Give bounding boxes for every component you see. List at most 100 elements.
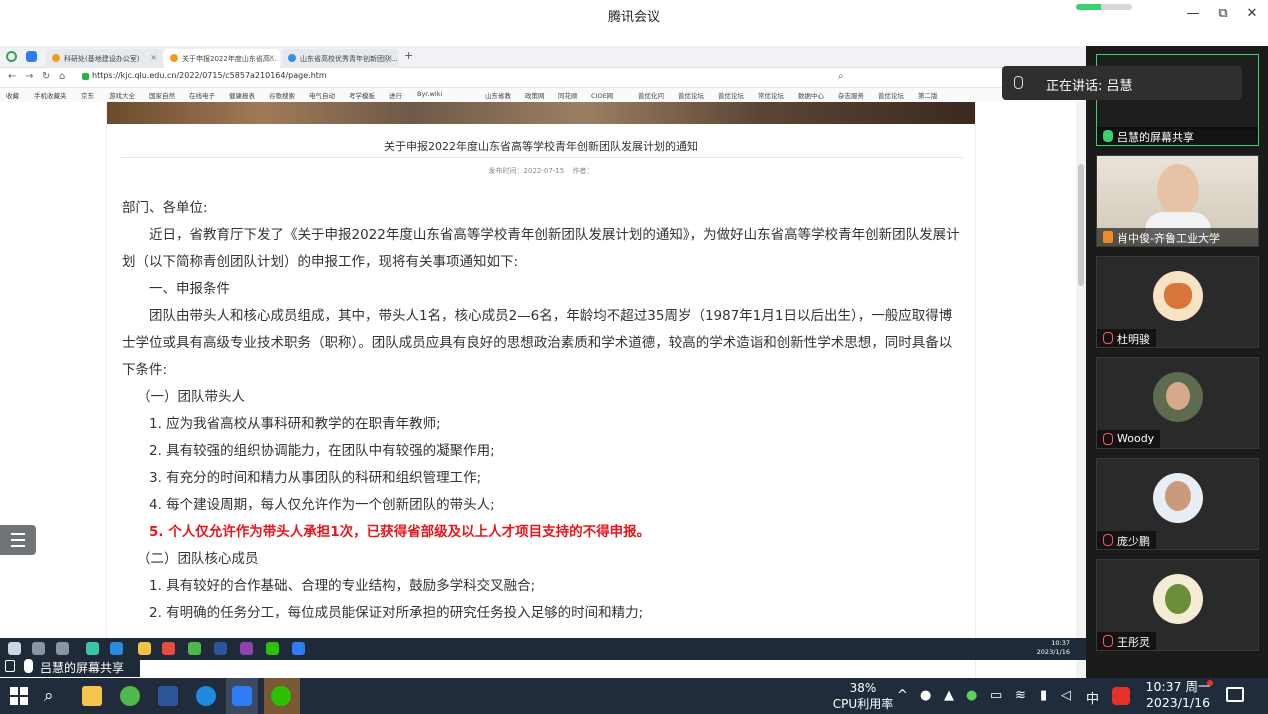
bookmark-item[interactable]: Byr.wiki: [417, 90, 442, 98]
speaking-label: 正在讲话: 吕慧: [1046, 79, 1133, 94]
share-label: 吕慧的屏幕共享: [40, 661, 125, 675]
participant-tile[interactable]: 王彤灵: [1096, 559, 1259, 651]
home-icon[interactable]: ⌂: [59, 71, 65, 82]
forward-icon[interactable]: →: [25, 71, 33, 82]
participant-tile[interactable]: Woody: [1096, 357, 1259, 449]
shared-screen-taskbar: 10:37 2023/1/16: [0, 638, 1086, 660]
cartoon-avatar-icon: [1165, 584, 1191, 614]
mic-icon: [24, 659, 33, 673]
bookmark-item[interactable]: 政策网: [525, 90, 545, 100]
browser-tab-3[interactable]: 山东省高校优秀青年创新团队... ×: [282, 49, 398, 68]
browser-tab-2[interactable]: 关于申报2022年度山东省高... ×: [164, 49, 280, 68]
bookmark-item[interactable]: 普优论坛: [678, 90, 704, 100]
search-icon[interactable]: ⌕: [838, 71, 844, 82]
bookmark-item[interactable]: 杂志服务: [838, 90, 864, 100]
folder-icon[interactable]: [138, 642, 151, 655]
bookmark-item[interactable]: 手机收藏夹: [34, 90, 67, 100]
bookmark-item[interactable]: 同花顺: [558, 90, 578, 100]
bookmark-item[interactable]: 收藏: [6, 90, 19, 100]
chrome-icon[interactable]: [162, 642, 175, 655]
bookmark-item[interactable]: 进行: [389, 90, 402, 100]
tab-label: 科研处(基地建设办公室): [64, 55, 140, 63]
volume-icon[interactable]: ◁: [1061, 688, 1071, 703]
section-heading: 一、申报条件: [149, 281, 230, 297]
url-input[interactable]: https://kjc.qlu.edu.cn/2022/0715/c5857a2…: [80, 71, 840, 85]
mic-muted-icon: [1103, 433, 1113, 445]
edge-icon[interactable]: [196, 686, 216, 706]
app-icon[interactable]: [240, 642, 253, 655]
bookmark-item[interactable]: 在线电子: [189, 90, 215, 100]
system-clock[interactable]: 10:37 周一 2023/1/16: [1140, 679, 1216, 711]
bookmark-item[interactable]: 山东省教: [485, 90, 511, 100]
tencent-meeting-icon[interactable]: [232, 686, 252, 706]
battery-icon[interactable]: ▭: [990, 688, 1002, 703]
tab-favicon-icon: [52, 54, 60, 62]
scrollbar-thumb[interactable]: [1078, 164, 1084, 286]
search-icon[interactable]: [32, 642, 45, 655]
participant-tile[interactable]: 庞少鹏: [1096, 458, 1259, 550]
floating-menu-button[interactable]: [0, 525, 36, 555]
tab-close-icon[interactable]: ×: [386, 53, 393, 62]
tab-favicon-icon: [170, 54, 178, 62]
action-center-icon[interactable]: [1226, 687, 1244, 702]
participant-tile[interactable]: 杜明骏: [1096, 256, 1259, 348]
mic-muted-icon: [1103, 534, 1113, 546]
bookmark-item[interactable]: 普优化问: [638, 90, 664, 100]
usb-icon[interactable]: ▮: [1040, 688, 1047, 703]
article: 关于申报2022年度山东省高等学校青年创新团队发展计划的通知 发布时间：2022…: [106, 102, 976, 678]
title-divider: [121, 157, 963, 158]
bookmark-item[interactable]: 京东: [81, 90, 94, 100]
bookmark-item[interactable]: 电气自动: [309, 90, 335, 100]
task-view-icon[interactable]: [56, 642, 69, 655]
page-scrollbar[interactable]: [1076, 102, 1086, 678]
participant-tile[interactable]: 肖中俊-齐鲁工业大学: [1096, 155, 1259, 247]
minimize-button[interactable]: —: [1182, 6, 1204, 24]
back-icon[interactable]: ←: [8, 71, 16, 82]
list-item: 2. 有明确的任务分工，每位成员能保证对所承担的研究任务投入足够的时间和精力;: [149, 605, 644, 621]
browser-icon[interactable]: [120, 686, 140, 706]
wifi-icon[interactable]: ≋: [1015, 688, 1026, 703]
browser-icon[interactable]: [188, 642, 201, 655]
tray-app-icon[interactable]: ●: [966, 688, 977, 703]
bookmark-item[interactable]: 常优论坛: [758, 90, 784, 100]
tab-close-icon[interactable]: ×: [150, 53, 157, 62]
app-icon[interactable]: [86, 642, 99, 655]
new-tab-icon[interactable]: +: [404, 49, 413, 62]
reload-icon[interactable]: ↻: [42, 71, 50, 82]
bookmark-item[interactable]: 游戏大全: [109, 90, 135, 100]
browser-menu-icon[interactable]: [26, 51, 37, 62]
bookmark-item[interactable]: CIOE网: [591, 90, 613, 100]
meeting-icon[interactable]: [292, 642, 305, 655]
bookmark-item[interactable]: 第二版: [918, 90, 938, 100]
shared-time: 10:37: [1051, 639, 1070, 647]
word-icon[interactable]: [214, 642, 227, 655]
bookmark-item[interactable]: 谷歌搜索: [269, 90, 295, 100]
avatar: [1153, 372, 1203, 422]
wechat-icon[interactable]: [266, 642, 279, 655]
address-bar-row: ← → ↻ ⌂ https://kjc.qlu.edu.cn/2022/0715…: [0, 68, 1086, 88]
chevron-up-icon[interactable]: ^: [897, 688, 908, 703]
list-item: 1. 具有较好的合作基础、合理的专业结构，鼓励多学科交叉融合;: [149, 578, 536, 594]
bookmark-item[interactable]: 数据中心: [798, 90, 824, 100]
search-icon[interactable]: ⌕: [44, 686, 64, 706]
notification-bell-icon[interactable]: ▲: [944, 688, 954, 703]
close-button[interactable]: ✕: [1241, 6, 1263, 24]
bookmark-item[interactable]: 普优论坛: [718, 90, 744, 100]
edge-icon[interactable]: [110, 642, 123, 655]
tray-app-icon[interactable]: ●: [920, 688, 931, 703]
sogou-input-icon[interactable]: [1112, 687, 1130, 705]
bookmark-item[interactable]: 考学模板: [349, 90, 375, 100]
bookmark-item[interactable]: 普优论坛: [878, 90, 904, 100]
maximize-button[interactable]: ⧉: [1212, 6, 1234, 24]
browser-tab-1[interactable]: 科研处(基地建设办公室) ×: [46, 49, 162, 68]
windows-start-icon[interactable]: [9, 686, 29, 706]
bookmark-item[interactable]: 国家自然: [149, 90, 175, 100]
publish-date: 发布时间：2022-07-15: [488, 167, 565, 175]
ime-indicator[interactable]: 中: [1086, 688, 1099, 707]
wechat-icon[interactable]: [271, 686, 291, 706]
start-icon[interactable]: [8, 642, 21, 655]
tab-close-icon[interactable]: ×: [268, 53, 275, 62]
file-explorer-icon[interactable]: [82, 686, 102, 706]
word-icon[interactable]: [158, 686, 178, 706]
bookmark-item[interactable]: 健康报表: [229, 90, 255, 100]
